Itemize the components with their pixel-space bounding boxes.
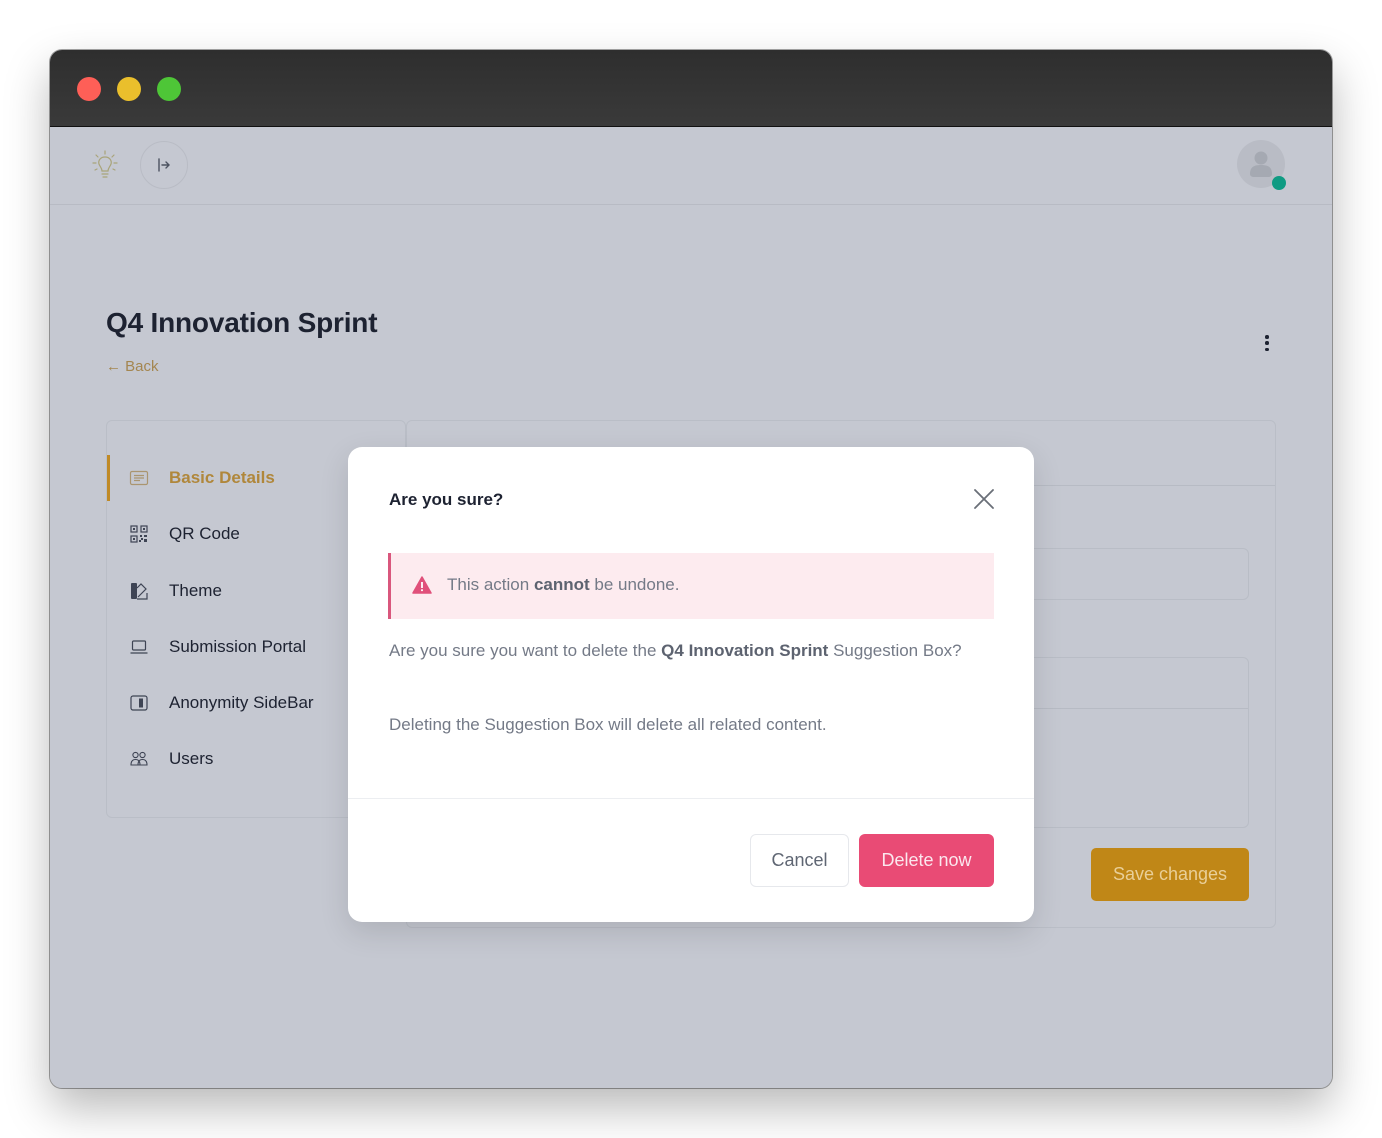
top-bar [50,127,1332,205]
vertical-ellipsis-icon[interactable] [1258,332,1276,354]
confirm-delete-dialog: Are you sure? This action cannot be undo… [348,447,1034,922]
sidebar-item-label: Users [169,749,214,768]
confirmation-question: Are you sure you want to delete the Q4 I… [389,641,962,660]
sidebar-item-users[interactable]: Users [107,736,367,782]
alert-message: This action cannot be undone. [447,575,680,594]
sidebar-item-label: Anonymity SideBar [169,693,314,712]
qr-code-icon [129,524,149,544]
delete-now-button[interactable]: Delete now [859,834,994,887]
save-changes-button[interactable]: Save changes [1091,848,1249,901]
online-status-indicator [1272,176,1286,190]
document-lines-icon [129,468,149,488]
sidebar-toggle-button[interactable] [140,141,188,189]
deletion-consequence-text: Deleting the Suggestion Box will delete … [389,715,827,734]
back-link[interactable]: ← Back [106,358,159,375]
cancel-button[interactable]: Cancel [750,834,849,887]
title-bar [50,50,1332,127]
app-window: Q4 Innovation Sprint ← Back Basic Detail… [50,50,1332,1088]
sidebar-panel-icon [129,693,149,713]
app-content: Q4 Innovation Sprint ← Back Basic Detail… [50,127,1332,1088]
sidebar-item-theme[interactable]: Theme [107,568,367,614]
page-title: Q4 Innovation Sprint [106,307,378,338]
sidebar-item-submission-portal[interactable]: Submission Portal [107,624,367,670]
warning-triangle-icon [412,576,432,594]
sidebar-item-qr-code[interactable]: QR Code [107,511,367,557]
sidebar-item-label: Theme [169,581,222,600]
dialog-footer-divider [348,798,1034,799]
dialog-title: Are you sure? [389,490,504,509]
maximize-window-button[interactable] [157,77,181,101]
sidebar-expand-icon [158,158,170,172]
sidebar-item-basic-details[interactable]: Basic Details [107,455,367,501]
sidebar-item-label: QR Code [169,524,240,543]
lightbulb-icon [92,150,118,178]
sidebar-item-label: Submission Portal [169,637,307,656]
close-window-button[interactable] [77,77,101,101]
warning-alert: This action cannot be undone. [388,553,994,619]
users-icon [129,749,149,769]
sidebar-item-label: Basic Details [169,468,275,487]
sidebar-item-anonymity-sidebar[interactable]: Anonymity SideBar [107,680,367,726]
minimize-window-button[interactable] [117,77,141,101]
close-icon[interactable] [972,487,996,511]
swatch-icon [129,581,149,601]
laptop-icon [129,637,149,657]
